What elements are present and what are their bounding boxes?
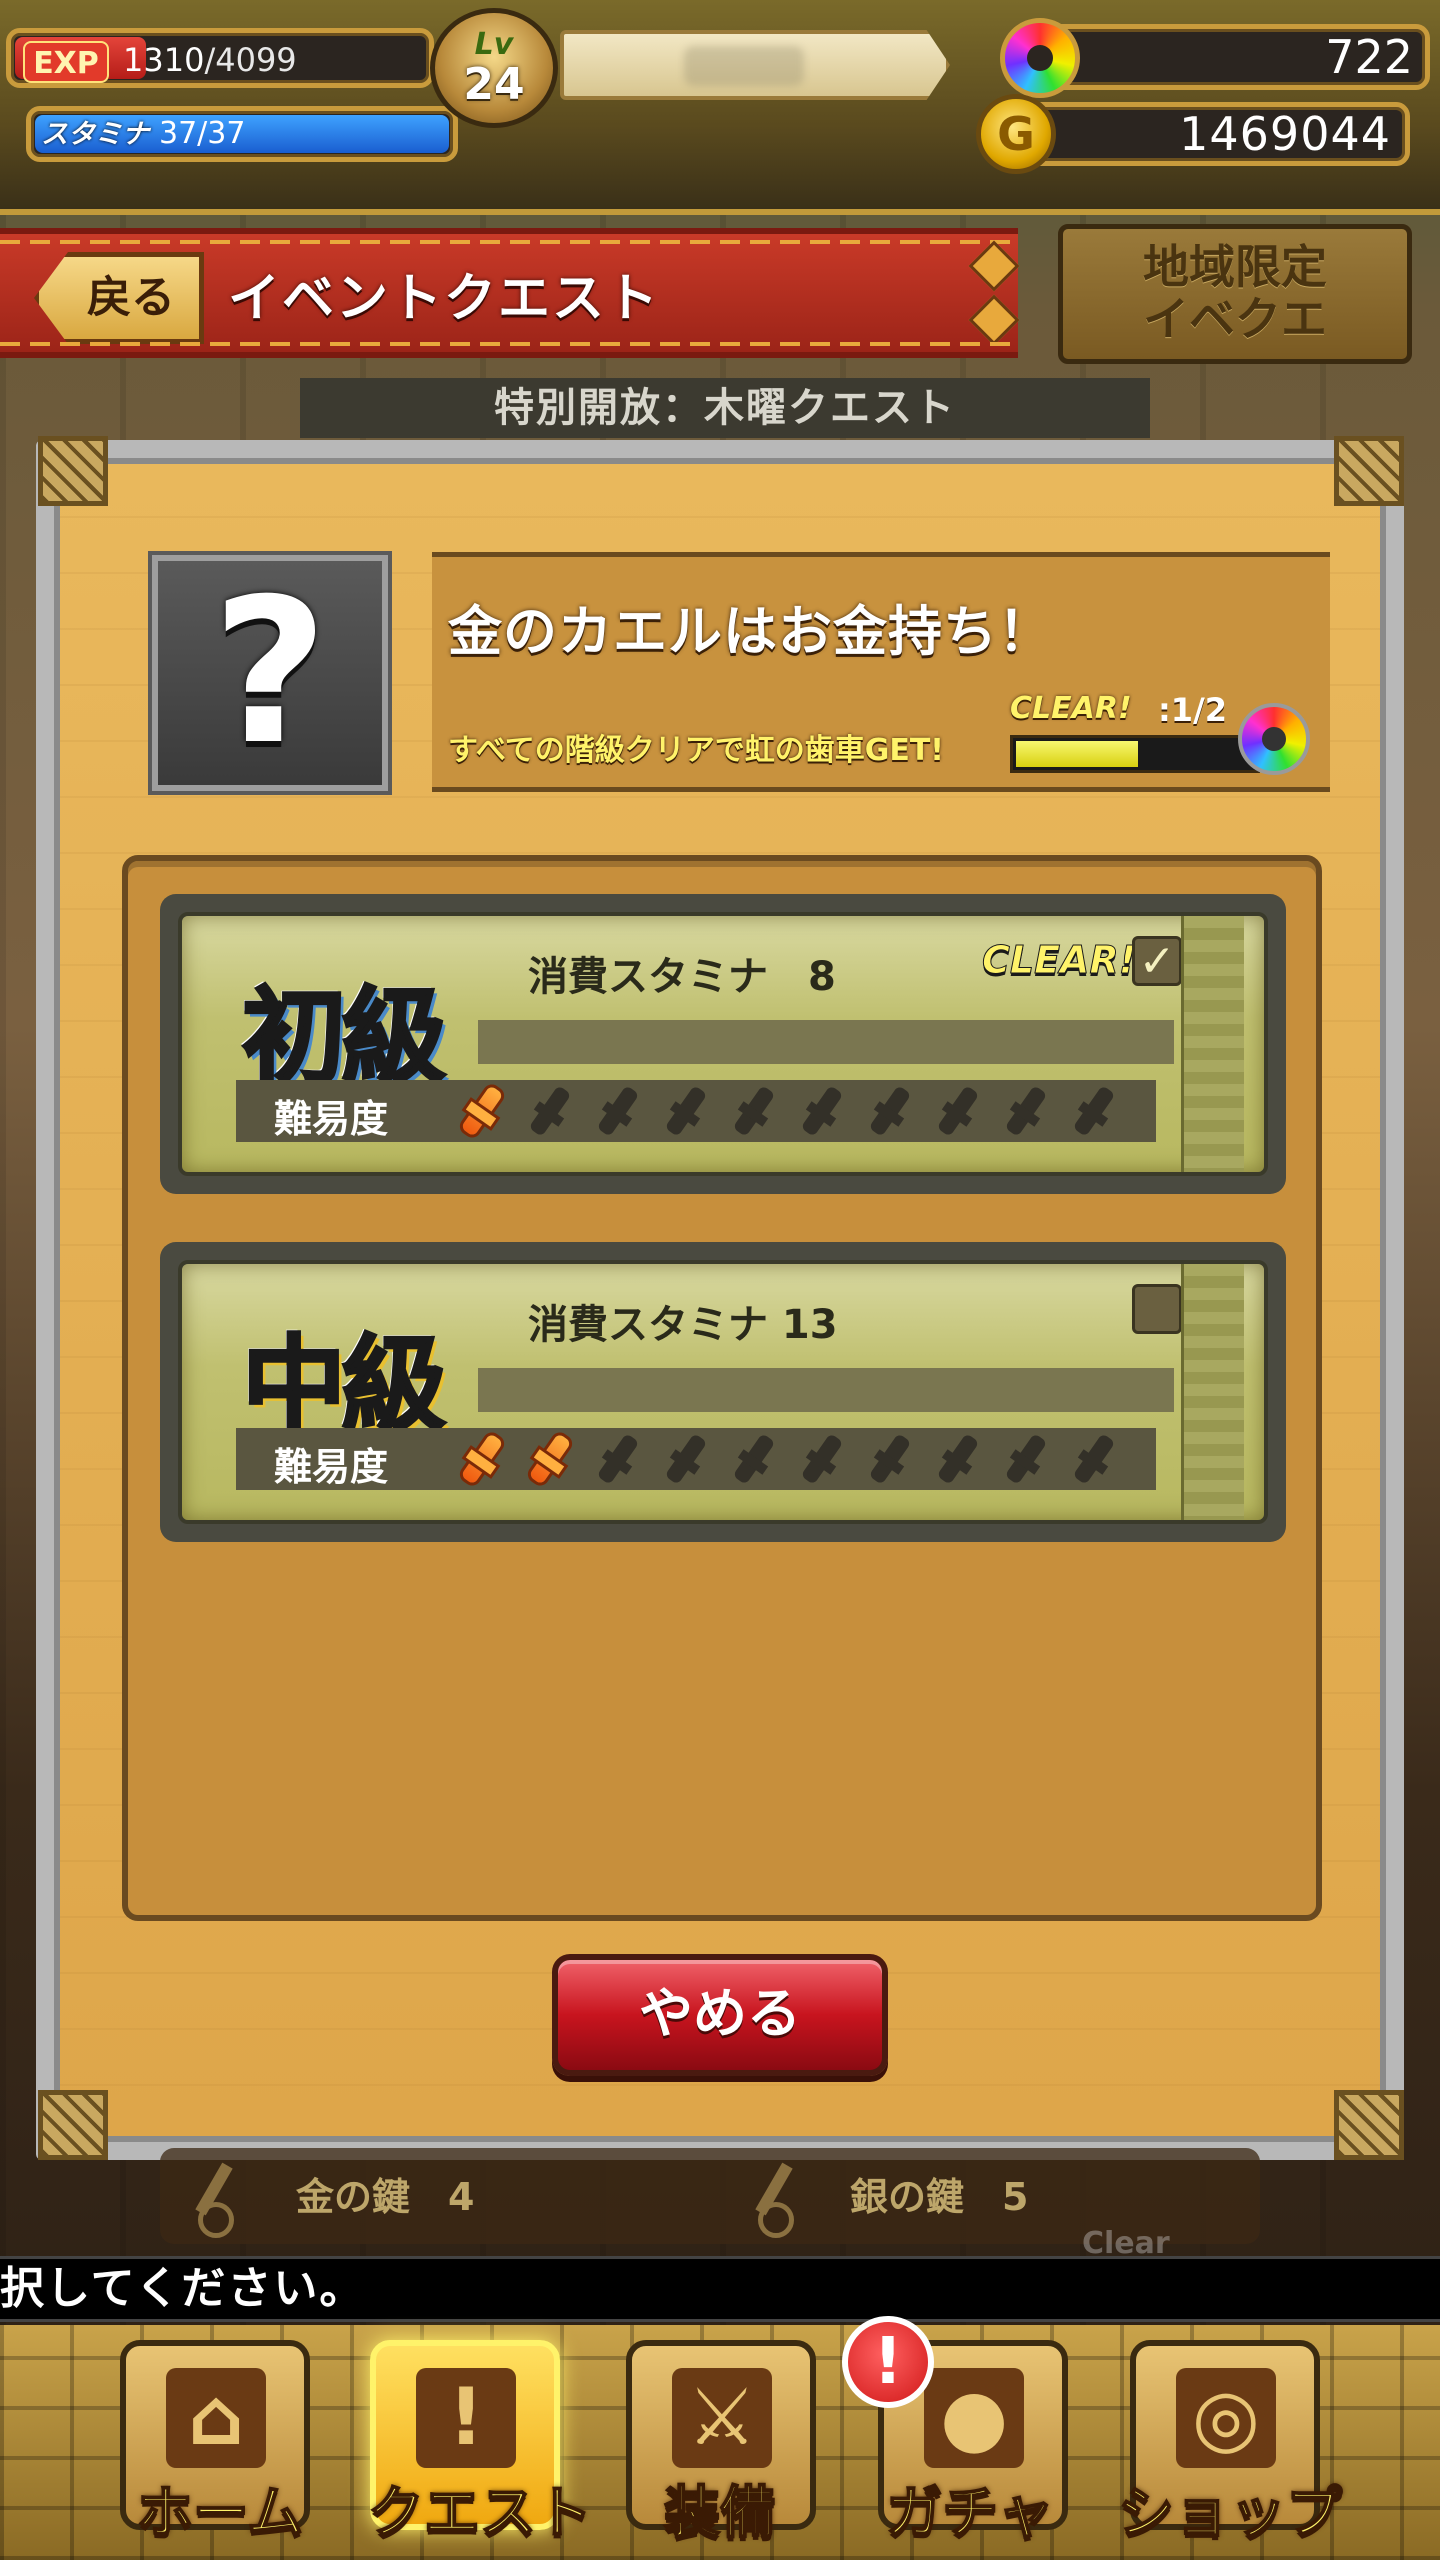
rainbow-gear-icon (1000, 18, 1080, 98)
difficulty-sword-empty-icon (860, 1431, 922, 1487)
difficulty-sword-empty-icon (724, 1083, 786, 1139)
alert-badge: ! (842, 2316, 934, 2408)
quest-unknown-icon: ? (148, 551, 392, 795)
sub-header: 特別開放：木曜クエスト (300, 378, 1150, 438)
clear-progress-bar (1010, 735, 1260, 773)
difficulty-sword-filled-icon (452, 1083, 514, 1139)
difficulty-label: 難易度 (274, 1097, 389, 1141)
gold-key-icon (194, 2162, 234, 2238)
quit-button[interactable]: やめる (552, 1954, 888, 2076)
quest-icon: ! (416, 2368, 516, 2468)
difficulty-bar: 難易度 (236, 1428, 1156, 1490)
level-number: 24 (463, 59, 525, 110)
clear-tag: CLEAR! (981, 938, 1137, 983)
stamina-cost: 消費スタミナ 8 (528, 954, 836, 1000)
gear-count: 722 (1325, 30, 1413, 84)
back-button[interactable]: 戻る (34, 252, 204, 344)
difficulty-swords (452, 1080, 1126, 1142)
stamina-tag: スタミナ (41, 119, 149, 150)
difficulty-sword-filled-icon (452, 1431, 514, 1487)
difficulty-sword-empty-icon (792, 1431, 854, 1487)
exp-text: 1310/4099 (123, 37, 297, 83)
nav-shop-label: ショップ (1117, 2480, 1343, 2547)
difficulty-bar: 難易度 (236, 1080, 1156, 1142)
stamina-text: 37/37 (159, 116, 246, 151)
difficulty-sword-empty-icon (928, 1431, 990, 1487)
clear-count: :1/2 (1158, 691, 1228, 729)
silver-key-icon (754, 2162, 794, 2238)
page-title: イベントクエスト (228, 269, 661, 329)
stamina-bar: スタミナ 37/37 (26, 106, 458, 162)
message-bar: 択してください。 (0, 2256, 1440, 2322)
home-icon: ⌂ (166, 2368, 266, 2468)
player-name-blurred (684, 46, 804, 86)
stamina-cost-bar (478, 1368, 1174, 1412)
level-card-body: 初級 消費スタミナ 8 CLEAR! ✓ 難易度 (178, 912, 1268, 1176)
gold-key-count: 金の鍵 4 (296, 2175, 475, 2219)
exp-max: /4099 (204, 41, 297, 79)
difficulty-sword-empty-icon (860, 1083, 922, 1139)
difficulty-sword-empty-icon (996, 1083, 1058, 1139)
panel-corner (38, 436, 108, 506)
player-name-plate[interactable] (560, 30, 950, 100)
nav-quest-label: クエスト (367, 2480, 593, 2547)
clear-checkbox (1132, 1284, 1182, 1334)
header-ornament (968, 294, 1020, 346)
level-card-body: 中級 消費スタミナ 13 難易度 (178, 1260, 1268, 1524)
quest-info: 金のカエルはお金持ち！ すべての階級クリアで虹の歯車GET! CLEAR! :1… (432, 552, 1330, 792)
clear-label: CLEAR! (1010, 691, 1132, 726)
panel-corner (1334, 2090, 1404, 2160)
difficulty-sword-empty-icon (1064, 1083, 1126, 1139)
nav-equipment-label: 装備 (663, 2480, 777, 2547)
question-mark-icon: ? (211, 556, 328, 789)
message-text: 択してください。 (0, 2263, 366, 2314)
gold-count: 1469044 (1179, 107, 1391, 161)
gacha-icon: ● (924, 2368, 1024, 2468)
panel-corner (38, 2090, 108, 2160)
region-limited-event-button[interactable]: 地域限定 イベクエ (1058, 224, 1412, 364)
equipment-icon: ⚔ (672, 2368, 772, 2468)
difficulty-sword-empty-icon (656, 1083, 718, 1139)
exp-current: 1310 (123, 41, 205, 79)
quest-title: 金のカエルはお金持ち！ (448, 600, 1053, 663)
silver-key-count: 銀の鍵 5 (850, 2175, 1029, 2219)
exp-bar: EXP 1310/4099 (6, 28, 434, 88)
clear-progress-fill (1016, 741, 1138, 767)
stamina-cost: 消費スタミナ 13 (528, 1302, 838, 1348)
level-label: Lv (474, 27, 514, 62)
difficulty-sword-empty-icon (928, 1083, 990, 1139)
difficulty-sword-empty-icon (656, 1431, 718, 1487)
difficulty-sword-empty-icon (520, 1083, 582, 1139)
difficulty-sword-empty-icon (792, 1083, 854, 1139)
quest-reward-note: すべての階級クリアで虹の歯車GET! (448, 733, 944, 768)
gold-counter: 1469044 (1010, 102, 1410, 166)
clear-checkbox: ✓ (1132, 936, 1182, 986)
difficulty-sword-empty-icon (588, 1431, 650, 1487)
shop-icon: ◎ (1176, 2368, 1276, 2468)
exp-tag: EXP (23, 41, 109, 83)
stamina-cost-bar (478, 1020, 1174, 1064)
difficulty-sword-empty-icon (996, 1431, 1058, 1487)
nav-gacha-label: ガチャ (885, 2480, 1054, 2547)
level-badge: Lv 24 (430, 8, 558, 128)
difficulty-swords (452, 1428, 1126, 1490)
difficulty-sword-filled-icon (520, 1431, 582, 1487)
screen-header: 戻る イベントクエスト (0, 228, 1020, 358)
panel-corner (1334, 436, 1404, 506)
difficulty-label: 難易度 (274, 1445, 389, 1489)
gold-coin-icon: G (976, 94, 1056, 174)
difficulty-sword-empty-icon (724, 1431, 786, 1487)
difficulty-sword-empty-icon (1064, 1431, 1126, 1487)
difficulty-sword-empty-icon (588, 1083, 650, 1139)
level-card-intermediate[interactable]: 中級 消費スタミナ 13 難易度 (160, 1242, 1286, 1542)
rainbow-gear-icon (1238, 703, 1310, 775)
level-card-beginner[interactable]: 初級 消費スタミナ 8 CLEAR! ✓ 難易度 (160, 894, 1286, 1194)
header-ornament (968, 240, 1020, 292)
nav-home-label: ホーム (136, 2480, 304, 2547)
